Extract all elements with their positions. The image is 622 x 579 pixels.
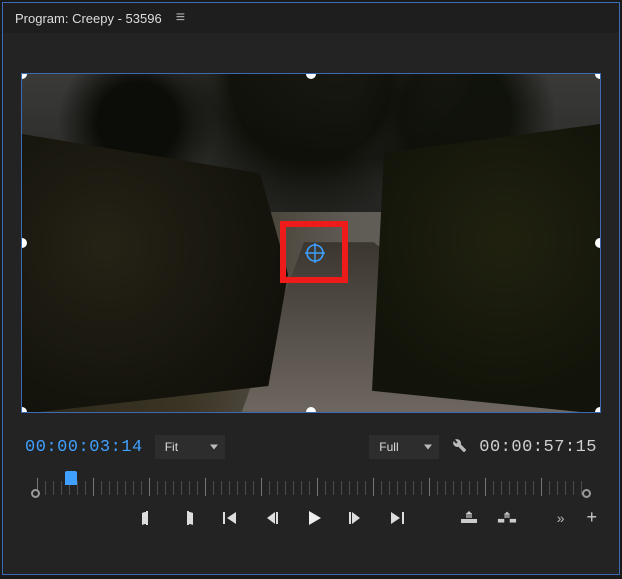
step-forward-button[interactable] [345,508,365,528]
mark-in-button[interactable] [137,508,157,528]
zoom-label: Fit [165,440,178,454]
transport-controls: » + [3,497,619,540]
transform-handle-mid-right[interactable] [595,238,601,248]
transform-handle-bottom-right[interactable] [595,407,601,413]
panel-menu-icon[interactable]: ≡ [176,10,185,26]
ruler-end-handle[interactable] [582,489,591,498]
resolution-label: Full [379,440,398,454]
panel-header: Program: Creepy - 53596 ≡ [3,3,619,33]
extract-button[interactable] [497,508,517,528]
program-monitor-panel: Program: Creepy - 53596 ≡ [2,2,620,575]
lift-button[interactable] [459,508,479,528]
go-to-in-button[interactable] [220,508,240,528]
step-back-button[interactable] [262,508,282,528]
button-editor-add-icon[interactable]: + [587,507,598,528]
more-buttons-icon[interactable]: » [557,510,565,526]
timeline-ruler[interactable] [25,471,597,497]
current-timecode[interactable]: 00:00:03:14 [25,438,143,457]
play-button[interactable] [304,508,324,528]
zoom-dropdown[interactable]: Fit [155,435,225,459]
duration-timecode[interactable]: 00:00:57:15 [479,438,597,457]
info-bar: 00:00:03:14 Fit Full 00:00:57:15 [3,421,619,463]
resolution-dropdown[interactable]: Full [369,435,439,459]
go-to-out-button[interactable] [387,508,407,528]
playhead-icon[interactable] [65,471,77,485]
monitor-area [3,33,619,421]
timeline-ruler-area [3,463,619,497]
ruler-start-handle[interactable] [31,489,40,498]
anchor-crosshair-icon[interactable] [304,242,324,262]
video-preview[interactable] [21,73,601,413]
mark-out-button[interactable] [179,508,199,528]
settings-wrench-icon[interactable] [451,437,467,457]
panel-title: Program: Creepy - 53596 [15,11,162,26]
transform-handle-bottom-center[interactable] [306,407,316,413]
